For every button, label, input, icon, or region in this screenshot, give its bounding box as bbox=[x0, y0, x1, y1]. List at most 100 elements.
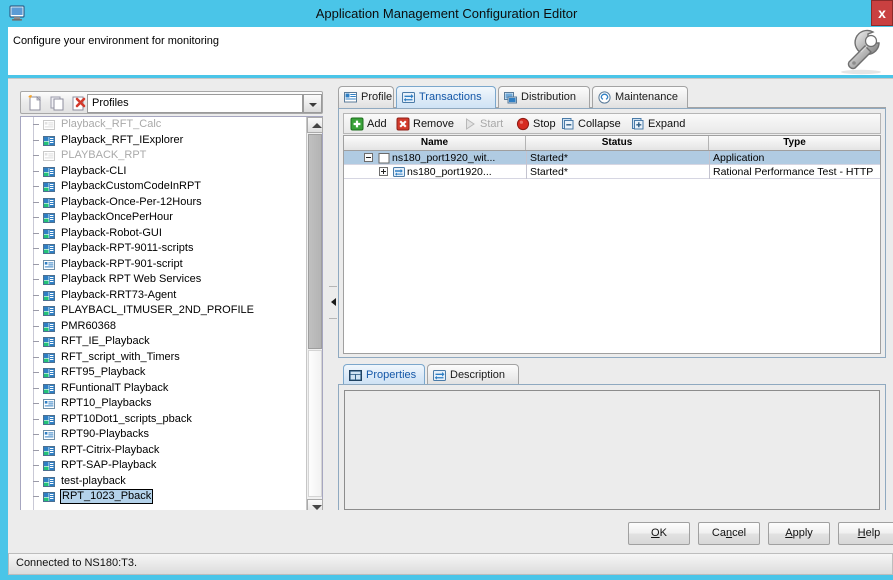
profiles-tree-list[interactable]: Playback_RFT_Calc Playback_RFT_IExplorer P… bbox=[21, 117, 306, 515]
toolbar-button-label: Remove bbox=[413, 118, 454, 130]
profile-list-item[interactable]: RFT95_Playback bbox=[21, 365, 306, 381]
tree-branch-line bbox=[33, 186, 39, 187]
main-tabs: Profile Transactions Distribution Maintenan… bbox=[338, 86, 886, 108]
dialog-footer: OK Cancel Apply Help bbox=[8, 510, 893, 550]
expand-row-icon[interactable] bbox=[379, 167, 388, 176]
help-button[interactable]: Help bbox=[838, 522, 893, 545]
tree-branch-line bbox=[33, 325, 39, 327]
collapse-row-icon[interactable] bbox=[364, 153, 373, 162]
profile-list-item[interactable]: Playback-Once-Per-12Hours bbox=[21, 195, 306, 211]
chevron-down-icon[interactable] bbox=[303, 94, 322, 113]
profile-list-item[interactable]: RPT-SAP-Playback bbox=[21, 458, 306, 474]
profile-icon bbox=[43, 352, 55, 364]
table-row[interactable]: ns180_port1920_wit... Started* Application bbox=[344, 151, 880, 165]
collapse-left-icon[interactable] bbox=[330, 295, 337, 309]
profile-icon bbox=[43, 290, 55, 302]
properties-area: Properties Description bbox=[338, 364, 886, 522]
close-button[interactable]: x bbox=[871, 0, 893, 26]
remove-icon bbox=[396, 117, 410, 131]
profile-item-label: RPT-SAP-Playback bbox=[61, 459, 157, 471]
profile-item-label: RFT_script_with_Timers bbox=[61, 350, 180, 363]
toolbar-button-label: Add bbox=[367, 118, 387, 130]
profile-list-item[interactable]: RFT_script_with_Timers bbox=[21, 350, 306, 366]
tab-maintenance[interactable]: Maintenance bbox=[592, 86, 688, 108]
profiles-combo-value[interactable]: Profiles bbox=[87, 94, 303, 113]
profile-list-item[interactable]: Playback RPT Web Services bbox=[21, 272, 306, 288]
start-icon bbox=[463, 117, 477, 131]
profile-list-item[interactable]: RPT90-Playbacks bbox=[21, 427, 306, 443]
profile-item-label: Playback-Robot-GUI bbox=[61, 226, 162, 239]
transactions-toolbar: Add Remove Start Stop Collapse Expand bbox=[343, 113, 881, 134]
profile-list-item[interactable]: PMR60368 bbox=[21, 319, 306, 335]
profile-list-item[interactable]: Playback-CLI bbox=[21, 164, 306, 180]
stop-button[interactable]: Stop bbox=[514, 114, 556, 135]
profile-list-item[interactable]: Playback-RRT73-Agent bbox=[21, 288, 306, 304]
profile-item-label: PlaybackCustomCodeInRPT bbox=[61, 180, 202, 192]
column-header-type[interactable]: Type bbox=[709, 136, 880, 150]
details-panel: Profile Transactions Distribution Maintenan… bbox=[338, 86, 886, 522]
profile-list-item[interactable]: RPT10_Playbacks bbox=[21, 396, 306, 412]
profile-list-item[interactable]: PLAYBACK_RPT bbox=[21, 148, 306, 164]
remove-button[interactable]: Remove bbox=[394, 114, 454, 135]
profile-icon bbox=[43, 336, 55, 348]
profile-list-item[interactable]: PLAYBACL_ITMUSER_2ND_PROFILE bbox=[21, 303, 306, 319]
tab-properties[interactable]: Properties bbox=[343, 364, 425, 385]
profile-item-label: Playback-CLI bbox=[61, 164, 127, 177]
profiles-toolbar: Profiles bbox=[20, 91, 323, 114]
split-pane-divider[interactable] bbox=[328, 86, 338, 522]
scroll-up-button[interactable] bbox=[307, 117, 323, 133]
profile-item-label: RFT95_Playback bbox=[61, 366, 146, 378]
profile-list-item[interactable]: test-playback bbox=[21, 474, 306, 490]
collapse-button[interactable]: Collapse bbox=[559, 114, 621, 135]
application-window: Application Management Configuration Edi… bbox=[0, 0, 893, 580]
tab-label: Profile bbox=[361, 91, 393, 103]
profile-list-item[interactable]: RPT_1023_Pback bbox=[21, 489, 306, 505]
tab-description[interactable]: Description bbox=[427, 364, 519, 385]
profile-list-item[interactable]: Playback-RPT-901-script bbox=[21, 257, 306, 273]
profile-list-item[interactable]: RFT_IE_Playback bbox=[21, 334, 306, 350]
scrollbar-track[interactable] bbox=[308, 350, 322, 497]
cancel-button[interactable]: Cancel bbox=[698, 522, 760, 545]
profile-list-item[interactable]: Playback_RFT_IExplorer bbox=[21, 133, 306, 149]
tree-branch-line bbox=[33, 170, 39, 172]
ok-button[interactable]: OK bbox=[628, 522, 690, 545]
tree-branch-line bbox=[33, 232, 39, 234]
profile-item-label: RPT-Citrix-Playback bbox=[61, 443, 160, 456]
tree-branch-line bbox=[33, 217, 39, 218]
tab-distribution[interactable]: Distribution bbox=[498, 86, 590, 108]
expand-button[interactable]: Expand bbox=[629, 114, 685, 135]
profile-list-item[interactable]: Playback-Robot-GUI bbox=[21, 226, 306, 242]
tree-branch-line bbox=[33, 310, 39, 311]
tree-branch-line bbox=[33, 155, 39, 156]
profile-icon bbox=[43, 243, 55, 255]
profile-list-item[interactable]: RPT10Dot1_scripts_pback bbox=[21, 412, 306, 428]
profile-item-label: Playback_RFT_Calc bbox=[61, 118, 162, 130]
profile-list-item[interactable]: Playback_RFT_Calc bbox=[21, 117, 306, 133]
copy-profile-icon[interactable] bbox=[48, 94, 67, 113]
tree-branch-line bbox=[33, 263, 39, 265]
profile-item-label: Playback-RRT73-Agent bbox=[61, 288, 177, 301]
new-profile-icon[interactable] bbox=[26, 94, 45, 113]
tab-transactions[interactable]: Transactions bbox=[396, 86, 496, 108]
profile-list-item[interactable]: PlaybackCustomCodeInRPT bbox=[21, 179, 306, 195]
profile-list-item[interactable]: RFuntionalT Playback bbox=[21, 381, 306, 397]
table-row[interactable]: ns180_port1920... Started* Rational Perfor… bbox=[344, 165, 880, 179]
dialog-body: Profiles Playback_RFT_Calc Playback_RFT_I… bbox=[8, 78, 893, 553]
add-button[interactable]: Add bbox=[348, 114, 387, 135]
tab-profile[interactable]: Profile bbox=[338, 86, 394, 108]
profile-list-item[interactable]: RPT-Citrix-Playback bbox=[21, 443, 306, 459]
properties-content[interactable] bbox=[344, 390, 880, 510]
profile-icon bbox=[43, 414, 55, 426]
profile-list-item[interactable]: PlaybackOncePerHour bbox=[21, 210, 306, 226]
cell-type: Rational Performance Test - HTTP bbox=[709, 165, 880, 179]
profiles-scrollbar[interactable] bbox=[306, 117, 323, 515]
script-icon bbox=[43, 259, 55, 271]
column-header-status[interactable]: Status bbox=[526, 136, 709, 150]
column-header-name[interactable]: Name bbox=[344, 136, 526, 150]
apply-button[interactable]: Apply bbox=[768, 522, 830, 545]
maintenance-tab-icon bbox=[598, 91, 611, 104]
checkbox-icon[interactable] bbox=[378, 152, 390, 164]
profile-list-item[interactable]: Playback-RPT-9011-scripts bbox=[21, 241, 306, 257]
transactions-table[interactable]: Name Status Type ns180_port1920_wit... St… bbox=[343, 135, 881, 354]
scrollbar-thumb[interactable] bbox=[308, 134, 322, 349]
